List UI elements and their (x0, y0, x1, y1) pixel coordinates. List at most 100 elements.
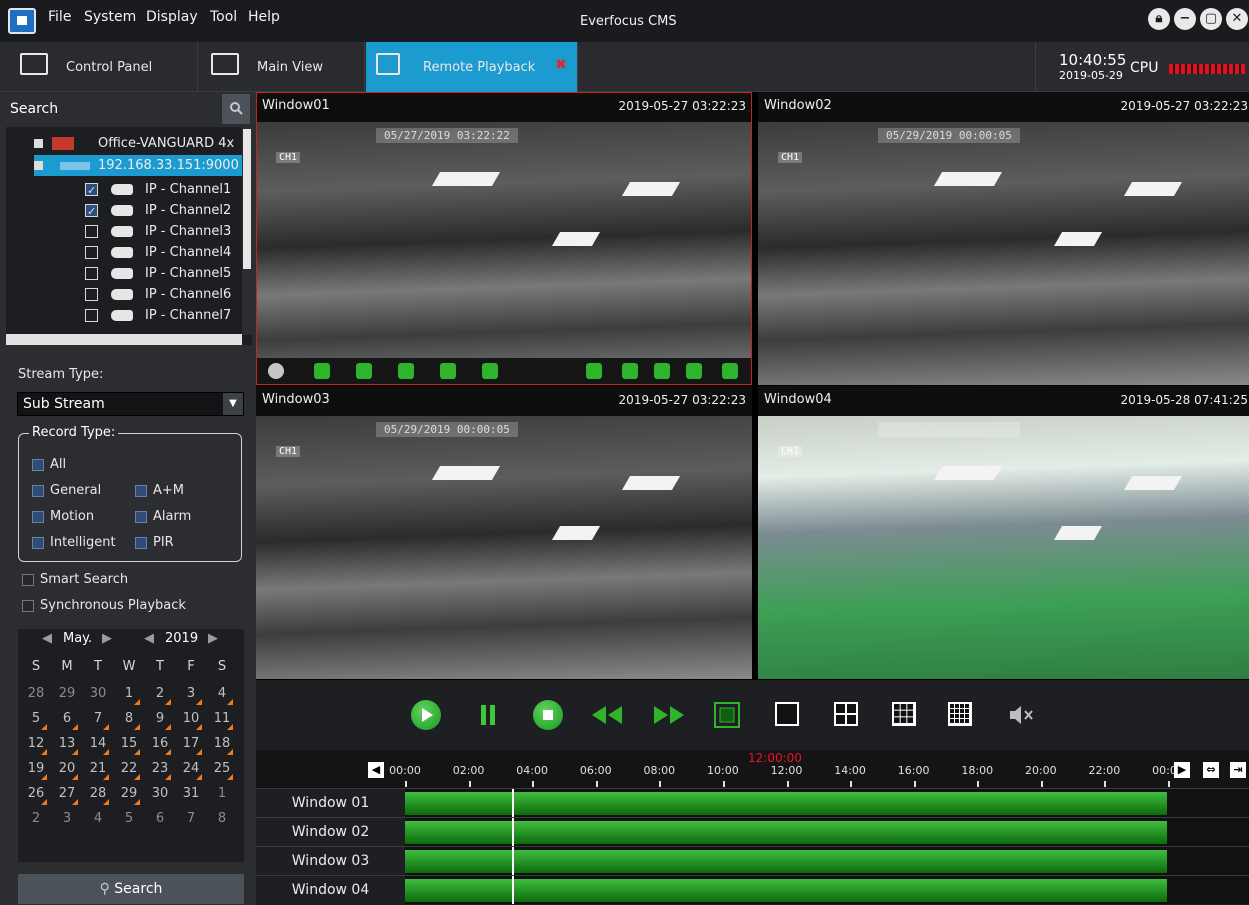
menu-tool[interactable]: Tool (210, 9, 237, 25)
clip-icon[interactable] (654, 363, 670, 379)
channel-checkbox[interactable] (85, 309, 98, 322)
calendar-day[interactable]: 15 (116, 731, 142, 757)
frame-step-icon[interactable] (482, 363, 498, 379)
prev-month-icon[interactable]: ◀ (42, 631, 52, 646)
timeline-ruler[interactable]: ◀ 12:00:00 00:00 02:00 04:00 06:00 08:00 10:0… (256, 750, 1249, 788)
calendar-day[interactable]: 10 (178, 706, 204, 732)
rewind-icon[interactable] (398, 363, 414, 379)
fast-forward-button[interactable] (648, 700, 688, 730)
collapse-icon[interactable] (34, 161, 43, 170)
menu-help[interactable]: Help (248, 9, 280, 25)
playhead[interactable] (512, 847, 515, 875)
calendar-day[interactable]: 30 (85, 681, 111, 707)
timeline-prev-button[interactable]: ◀ (368, 762, 384, 778)
calendar-day[interactable]: 6 (147, 806, 173, 832)
tree-vertical-scrollbar[interactable] (242, 127, 252, 335)
calendar-day[interactable]: 8 (209, 806, 235, 832)
playhead[interactable] (512, 818, 515, 846)
calendar-day[interactable]: 29 (116, 781, 142, 807)
mute-icon[interactable] (1006, 700, 1036, 730)
calendar-day[interactable]: 22 (116, 756, 142, 782)
search-icon[interactable] (222, 94, 250, 124)
recording-segment[interactable] (405, 792, 1168, 815)
channel-checkbox[interactable] (85, 201, 98, 222)
stream-type-select[interactable]: Sub Stream ▼ (17, 392, 244, 416)
prev-year-icon[interactable]: ◀ (144, 631, 154, 646)
next-year-icon[interactable]: ▶ (208, 631, 218, 646)
recording-segment[interactable] (405, 850, 1168, 873)
calendar-day[interactable]: 3 (54, 806, 80, 832)
zoom-icon[interactable] (586, 363, 602, 379)
forward-icon[interactable] (440, 363, 456, 379)
play-button[interactable] (411, 700, 441, 730)
calendar-day[interactable]: 2 (23, 806, 49, 832)
zoom-out-timeline-icon[interactable]: ⇥ (1230, 762, 1246, 778)
mute-icon[interactable] (686, 363, 702, 379)
stop-button[interactable] (533, 700, 563, 730)
timeline-track[interactable] (405, 847, 1249, 875)
pause-button[interactable] (473, 700, 503, 730)
lock-icon[interactable]: 🔒︎ (1148, 8, 1170, 30)
calendar-day[interactable]: 1 (116, 681, 142, 707)
layout-4-icon[interactable] (834, 702, 858, 726)
layout-9-icon[interactable] (892, 702, 916, 726)
tree-horizontal-scrollbar[interactable] (6, 334, 242, 345)
timeline-track[interactable] (405, 818, 1249, 846)
channel-checkbox[interactable] (85, 288, 98, 301)
calendar-day[interactable]: 5 (23, 706, 49, 732)
record-icon[interactable] (268, 363, 284, 379)
calendar-day[interactable]: 21 (85, 756, 111, 782)
rewind-button[interactable] (588, 700, 628, 730)
download-icon[interactable] (722, 363, 738, 379)
calendar-day[interactable]: 31 (178, 781, 204, 807)
close-button[interactable]: ✕ (1226, 8, 1248, 30)
channel-checkbox[interactable] (85, 246, 98, 259)
tab-remote-playback[interactable]: Remote Playback ✖ (366, 42, 578, 92)
close-tab-icon[interactable]: ✖ (555, 58, 567, 72)
timeline-next-button[interactable]: ▶ (1174, 762, 1190, 778)
video-window-2[interactable]: Window02 2019-05-27 03:22:23 05/29/2019 00… (758, 92, 1249, 385)
playhead[interactable] (512, 789, 515, 817)
recording-segment[interactable] (405, 821, 1168, 844)
minimize-button[interactable]: − (1174, 8, 1196, 30)
calendar-day[interactable]: 29 (54, 681, 80, 707)
calendar-day[interactable]: 13 (54, 731, 80, 757)
timeline-track[interactable] (405, 789, 1249, 817)
timeline-track[interactable] (405, 876, 1249, 904)
calendar-day[interactable]: 26 (23, 781, 49, 807)
calendar-day[interactable]: 17 (178, 731, 204, 757)
calendar-day[interactable]: 18 (209, 731, 235, 757)
calendar-day[interactable]: 7 (85, 706, 111, 732)
calendar-day[interactable]: 1 (209, 781, 235, 807)
channel-checkbox[interactable] (85, 180, 98, 201)
calendar-day[interactable]: 19 (23, 756, 49, 782)
tab-control-panel[interactable]: Control Panel (0, 42, 198, 92)
video-window-1[interactable]: Window01 2019-05-27 03:22:23 05/27/2019 03… (256, 92, 752, 385)
calendar-day[interactable]: 12 (23, 731, 49, 757)
recording-segment[interactable] (405, 879, 1168, 902)
calendar-day[interactable]: 25 (209, 756, 235, 782)
calendar-day[interactable]: 8 (116, 706, 142, 732)
calendar-day[interactable]: 11 (209, 706, 235, 732)
layout-16-icon[interactable] (948, 702, 972, 726)
calendar-day[interactable]: 5 (116, 806, 142, 832)
tab-main-view[interactable]: Main View (199, 42, 365, 92)
layout-1-icon[interactable] (775, 702, 799, 726)
stop-icon[interactable] (356, 363, 372, 379)
next-month-icon[interactable]: ▶ (102, 631, 112, 646)
calendar-day[interactable]: 23 (147, 756, 173, 782)
snapshot-icon[interactable] (622, 363, 638, 379)
menu-file[interactable]: File (48, 9, 71, 25)
calendar-day[interactable]: 27 (54, 781, 80, 807)
pause-icon[interactable] (314, 363, 330, 379)
expand-icon[interactable] (34, 139, 43, 148)
menu-system[interactable]: System (84, 9, 136, 25)
calendar-day[interactable]: 4 (85, 806, 111, 832)
tree-node-device[interactable]: 192.168.33.151:9000 (34, 155, 244, 176)
zoom-in-timeline-icon[interactable]: ⇔ (1203, 762, 1219, 778)
fullscreen-icon[interactable] (712, 700, 742, 730)
calendar-day[interactable]: 16 (147, 731, 173, 757)
maximize-button[interactable]: ▢ (1200, 8, 1222, 30)
channel-checkbox[interactable] (85, 225, 98, 238)
menu-display[interactable]: Display (146, 9, 198, 25)
